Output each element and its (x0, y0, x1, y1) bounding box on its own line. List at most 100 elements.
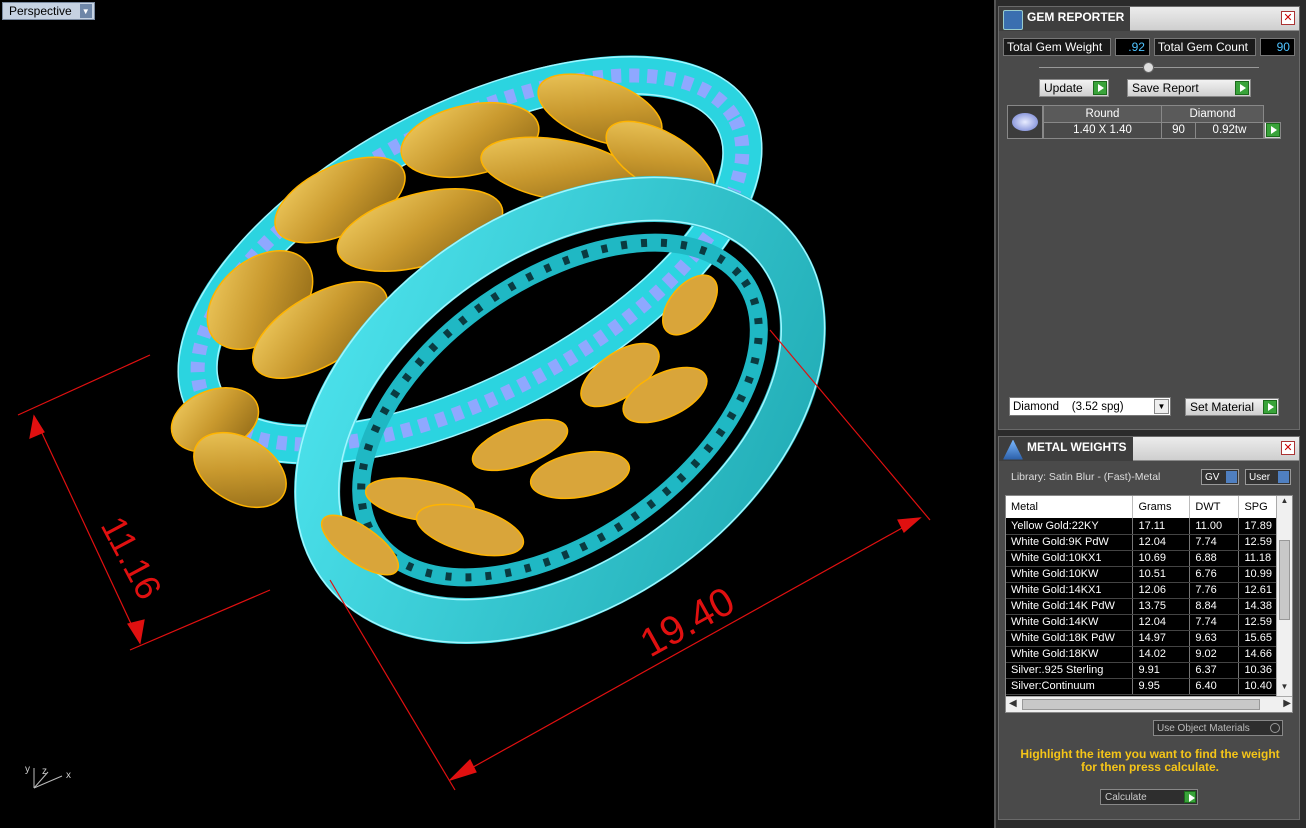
metal-table-header: Metal Grams DWT SPG (1006, 496, 1278, 518)
gem-table: Round Diamond 1.40 X 1.40 90 0.92tw (1043, 105, 1264, 139)
gem-table-row[interactable]: 1.40 X 1.40 90 0.92tw (1043, 121, 1264, 139)
perspective-viewport[interactable]: 11.16 19.40 y z x Perspective ▼ (0, 0, 996, 828)
gem-slider-thumb-icon[interactable] (1143, 62, 1154, 73)
gem-row-go-button[interactable] (1264, 122, 1281, 139)
grams-cell: 10.69 (1132, 550, 1191, 567)
library-label: Library: Satin Blur - (Fast)-Metal (1011, 471, 1161, 483)
spg-cell: 10.99 (1238, 566, 1278, 583)
scroll-up-icon[interactable]: ▲ (1277, 496, 1292, 510)
update-button-label: Update (1044, 81, 1083, 95)
gv-label: GV (1205, 471, 1220, 483)
set-material-go-icon (1263, 399, 1277, 414)
gem-weight-cell: 0.92tw (1195, 121, 1264, 139)
col-grams[interactable]: Grams (1132, 496, 1191, 518)
axis-z-label: z (42, 766, 47, 777)
axis-y-label: y (25, 764, 30, 775)
gem-row-go-icon (1266, 123, 1280, 137)
gem-slider[interactable] (1039, 61, 1259, 75)
viewport-name: Perspective (9, 4, 72, 18)
gv-toggle[interactable]: GV (1201, 469, 1239, 485)
gv-toggle-icon (1226, 471, 1237, 483)
metal-table-row[interactable]: White Gold:18KW 14.02 9.02 14.66 (1006, 646, 1278, 663)
metal-name-cell: White Gold:18K PdW (1006, 630, 1134, 647)
gem-reporter-panel: GEM REPORTER ✕ Total Gem Weight .92 Tota… (998, 6, 1300, 430)
dwt-cell: 8.84 (1189, 598, 1240, 615)
total-gem-count-value[interactable]: 90 (1259, 38, 1295, 56)
dwt-cell: 7.74 (1189, 614, 1240, 631)
col-spg[interactable]: SPG (1238, 496, 1278, 518)
metal-table-row[interactable]: White Gold:14K PdW 13.75 8.84 14.38 (1006, 598, 1278, 615)
metal-table-row[interactable]: White Gold:14KX1 12.06 7.76 12.61 (1006, 582, 1278, 599)
metal-weights-panel: METAL WEIGHTS ✕ Library: Satin Blur - (F… (998, 436, 1300, 820)
metal-table-row[interactable]: White Gold:10KW 10.51 6.76 10.99 (1006, 566, 1278, 583)
metal-name-cell: White Gold:10KX1 (1006, 550, 1134, 567)
dim-length-label: 19.40 (633, 579, 742, 666)
spg-cell: 10.36 (1238, 662, 1278, 679)
gem-reporter-title: GEM REPORTER (1027, 9, 1125, 24)
gem-reporter-titlebar[interactable]: GEM REPORTER ✕ (999, 6, 1299, 31)
metal-name-cell: White Gold:14KW (1006, 614, 1134, 631)
scroll-down-icon[interactable]: ▼ (1277, 682, 1292, 696)
metal-weights-close-icon[interactable]: ✕ (1281, 441, 1295, 455)
ring-render: 11.16 19.40 y z x (17, 55, 931, 791)
calculate-go-icon (1184, 791, 1196, 803)
total-gem-weight-label: Total Gem Weight (1003, 38, 1111, 56)
calculate-label: Calculate (1105, 791, 1147, 803)
grams-cell: 14.02 (1132, 646, 1191, 663)
scroll-thumb[interactable] (1279, 540, 1290, 620)
dwt-cell: 6.76 (1189, 566, 1240, 583)
dwt-cell: 7.74 (1189, 534, 1240, 551)
dim-height-label: 11.16 (93, 510, 170, 606)
col-metal[interactable]: Metal (1006, 496, 1134, 518)
total-gem-count-label: Total Gem Count (1153, 38, 1256, 56)
metal-table-row[interactable]: White Gold:9K PdW 12.04 7.74 12.59 (1006, 534, 1278, 551)
total-gem-weight-value[interactable]: .92 (1114, 38, 1150, 56)
user-toggle[interactable]: User (1245, 469, 1291, 485)
h-scroll-thumb[interactable] (1022, 699, 1260, 710)
material-select[interactable]: Diamond (3.52 spg) ▼ (1009, 397, 1171, 416)
scroll-left-icon[interactable]: ◀ (1009, 698, 1017, 709)
metal-table-row[interactable]: White Gold:14KW 12.04 7.74 12.59 (1006, 614, 1278, 631)
horizontal-scrollbar[interactable]: ◀ ▶ (1006, 696, 1292, 712)
calculate-button[interactable]: Calculate (1100, 789, 1198, 805)
metal-name-cell: White Gold:18KW (1006, 646, 1134, 663)
viewport-label[interactable]: Perspective ▼ (2, 2, 95, 20)
set-material-button[interactable]: Set Material (1185, 397, 1279, 416)
metal-table-row[interactable]: Yellow Gold:22KY 17.11 11.00 17.89 (1006, 518, 1278, 535)
metal-table: Metal Grams DWT SPG Yellow Gold:22KY 17.1… (1006, 496, 1278, 695)
axis-x-label: x (66, 770, 71, 781)
use-object-materials-select[interactable]: Use Object Materials (1153, 720, 1283, 736)
vertical-scrollbar[interactable]: ▲ ▼ (1276, 496, 1292, 696)
metal-table-row[interactable]: Silver:.925 Sterling 9.91 6.37 10.36 (1006, 662, 1278, 679)
metal-table-row[interactable]: Silver:Continuum 9.95 6.40 10.40 (1006, 678, 1278, 695)
grams-cell: 12.04 (1132, 534, 1191, 551)
use-object-materials-label: Use Object Materials (1157, 722, 1250, 734)
save-report-button[interactable]: Save Report (1127, 79, 1251, 97)
metal-table-row[interactable]: White Gold:18K PdW 14.97 9.63 15.65 (1006, 630, 1278, 647)
gem-shape-cell: Round (1043, 105, 1162, 123)
grams-cell: 12.06 (1132, 582, 1191, 599)
metal-weights-titlebar[interactable]: METAL WEIGHTS ✕ (999, 436, 1299, 461)
dwt-cell: 11.00 (1189, 518, 1240, 535)
gem-size-cell: 1.40 X 1.40 (1043, 121, 1162, 139)
metal-name-cell: White Gold:14KX1 (1006, 582, 1134, 599)
gem-reporter-close-icon[interactable]: ✕ (1281, 11, 1295, 25)
spg-cell: 12.61 (1238, 582, 1278, 599)
grams-cell: 12.04 (1132, 614, 1191, 631)
grams-cell: 10.51 (1132, 566, 1191, 583)
material-select-value: Diamond (3.52 spg) (1013, 400, 1124, 413)
set-material-label: Set Material (1190, 399, 1255, 414)
grams-cell: 17.11 (1132, 518, 1191, 535)
metal-table-container[interactable]: Metal Grams DWT SPG Yellow Gold:22KY 17.1… (1005, 495, 1293, 713)
update-button[interactable]: Update (1039, 79, 1109, 97)
metal-name-cell: Silver:.925 Sterling (1006, 662, 1134, 679)
metal-table-row[interactable]: White Gold:10KX1 10.69 6.88 11.18 (1006, 550, 1278, 567)
scroll-right-icon[interactable]: ▶ (1283, 698, 1291, 709)
viewport-menu-icon[interactable]: ▼ (79, 4, 92, 18)
chevron-down-icon[interactable]: ▼ (1154, 399, 1169, 414)
user-toggle-icon (1278, 471, 1289, 483)
col-dwt[interactable]: DWT (1189, 496, 1240, 518)
gem-thumbnail-icon (1007, 105, 1043, 139)
dwt-cell: 6.37 (1189, 662, 1240, 679)
update-go-icon (1093, 81, 1107, 95)
